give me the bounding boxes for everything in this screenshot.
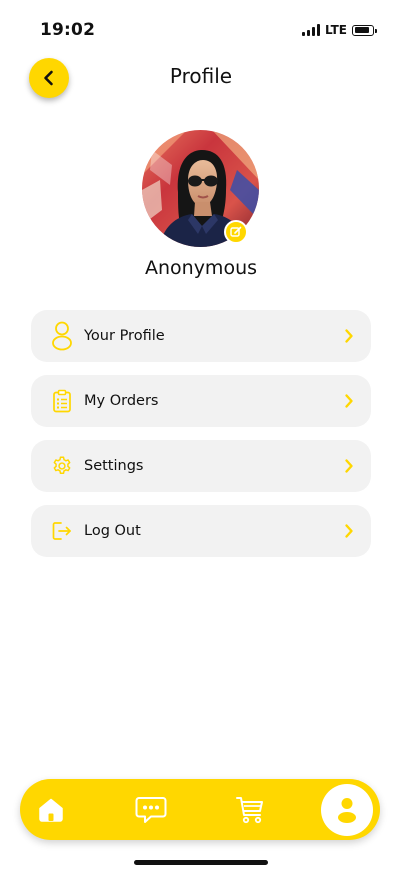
status-indicators: LTE [301,22,377,38]
clipboard-list-icon [51,386,73,416]
edit-avatar-button[interactable] [224,220,248,244]
battery-icon [352,24,377,36]
network-type: LTE [324,23,347,37]
user-icon [338,798,356,823]
nav-home[interactable] [32,779,70,840]
menu-item-label: My Orders [84,393,159,409]
menu-item-label: Log Out [84,523,141,539]
chevron-right-icon [343,393,355,409]
home-indicator[interactable] [134,860,268,865]
menu-item-your-profile[interactable]: Your Profile [31,310,371,362]
edit-icon [230,226,242,237]
menu-item-label: Your Profile [84,328,165,344]
signal-icon [301,24,320,36]
chevron-right-icon [343,523,355,539]
chevron-right-icon [343,458,355,474]
nav-cart[interactable] [230,779,270,840]
status-time: 19:02 [40,20,96,40]
page-title: Profile [169,64,233,88]
cart-icon [236,796,263,823]
home-icon [39,798,63,822]
menu-item-log-out[interactable]: Log Out [31,505,371,557]
gear-icon [51,451,73,481]
profile-screen: 19:02 LTE Profile Anonymous Your Profile… [0,0,402,874]
nav-profile[interactable] [321,784,373,836]
menu-item-settings[interactable]: Settings [31,440,371,492]
chevron-right-icon [343,328,355,344]
user-name: Anonymous [144,257,258,279]
menu-item-my-orders[interactable]: My Orders [31,375,371,427]
menu-item-label: Settings [84,458,144,474]
logout-icon [51,516,73,546]
bottom-nav [20,779,380,840]
nav-chat[interactable] [130,779,172,840]
user-icon [51,321,73,351]
chat-icon [135,796,167,823]
